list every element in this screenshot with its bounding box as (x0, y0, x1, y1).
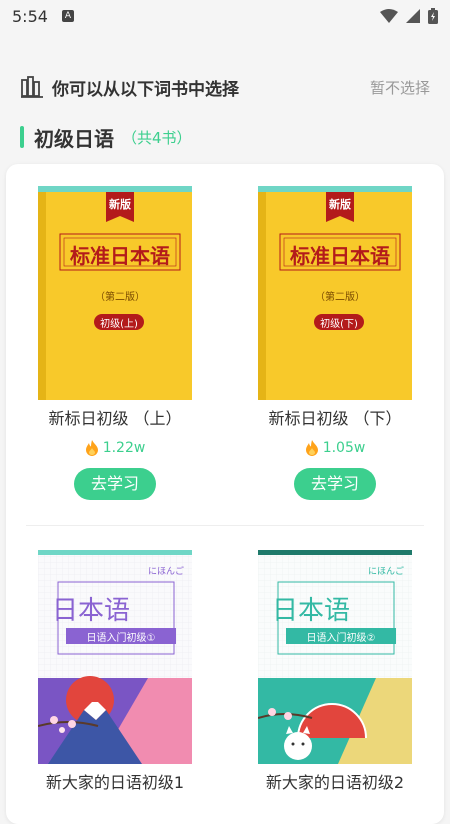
cover-title: 标准日本语 (70, 244, 170, 268)
header-title: 你可以从以下词书中选择 (52, 79, 239, 100)
book-list-panel: 新版 标准日本语 （第二版） 初级(上) 新标日初级 （上） 1.22w 去学习… (6, 164, 444, 824)
cover-kana: にほんご (367, 567, 404, 577)
book-cover[interactable]: にほんご 日本语 日语入门初级② (257, 550, 412, 764)
status-bar: 5:54 A (0, 0, 450, 32)
heat-value: 1.05w (322, 440, 366, 456)
book-card[interactable]: 新版 标准日本语 （第二版） 初级(下) 新标日初级 （下） 1.05w 去学习 (240, 186, 430, 500)
book-title: 新大家的日语初级2 (265, 773, 405, 792)
section-accent-bar (20, 126, 24, 148)
cover-edition: （第二版） (315, 292, 365, 303)
fire-icon (305, 440, 318, 456)
cover-ribbon-text: 新版 (329, 198, 351, 211)
notification-icon: A (61, 10, 74, 22)
book-cover[interactable]: にほんご 日本语 日语入门初级① (37, 550, 192, 764)
study-button[interactable]: 去学习 (294, 468, 376, 500)
book-cover[interactable]: 新版 标准日本语 （第二版） 初级(下) (258, 186, 412, 400)
cover-subtitle: 日语入门初级② (306, 633, 376, 644)
heat-row: 1.05w (240, 438, 430, 458)
fire-icon (85, 440, 98, 456)
status-time: 5:54 (12, 6, 48, 26)
heat-row: 1.22w (20, 438, 210, 458)
battery-icon (428, 8, 438, 24)
heat-value: 1.22w (102, 440, 146, 456)
section-count: （共4书） (122, 128, 192, 147)
cover-level: 初级(下) (320, 319, 358, 330)
wifi-icon (380, 9, 398, 23)
cover-edition: （第二版） (95, 292, 145, 303)
section-header: 初级日语 （共4书） (20, 124, 192, 151)
cover-title: 日本语 (272, 596, 351, 626)
study-button[interactable]: 去学习 (74, 468, 156, 500)
book-card[interactable]: にほんご 日本语 日语入门初级① 新大家的日语初级1 (20, 550, 210, 794)
cover-title: 标准日本语 (290, 244, 390, 268)
books-icon (21, 76, 43, 98)
signal-icon (406, 9, 420, 23)
section-title: 初级日语 (34, 126, 114, 151)
book-card[interactable]: にほんご 日本语 日语入门初级② 新大家的日语初级2 (240, 550, 430, 794)
cover-level: 初级(上) (100, 319, 138, 330)
cover-subtitle: 日语入门初级① (86, 633, 156, 644)
cover-kana: にほんご (147, 567, 184, 577)
divider (26, 525, 424, 526)
cover-ribbon-text: 新版 (109, 198, 131, 211)
skip-button[interactable]: 暂不选择 (370, 77, 430, 98)
cover-title: 日本语 (52, 596, 131, 626)
status-icons (380, 8, 438, 24)
book-title: 新标日初级 （下） (268, 409, 402, 428)
book-title: 新标日初级 （上） (48, 409, 182, 428)
header: 你可以从以下词书中选择 暂不选择 (20, 70, 430, 104)
book-title: 新大家的日语初级1 (45, 773, 185, 792)
book-card[interactable]: 新版 标准日本语 （第二版） 初级(上) 新标日初级 （上） 1.22w 去学习 (20, 186, 210, 500)
book-cover[interactable]: 新版 标准日本语 （第二版） 初级(上) (38, 186, 192, 400)
